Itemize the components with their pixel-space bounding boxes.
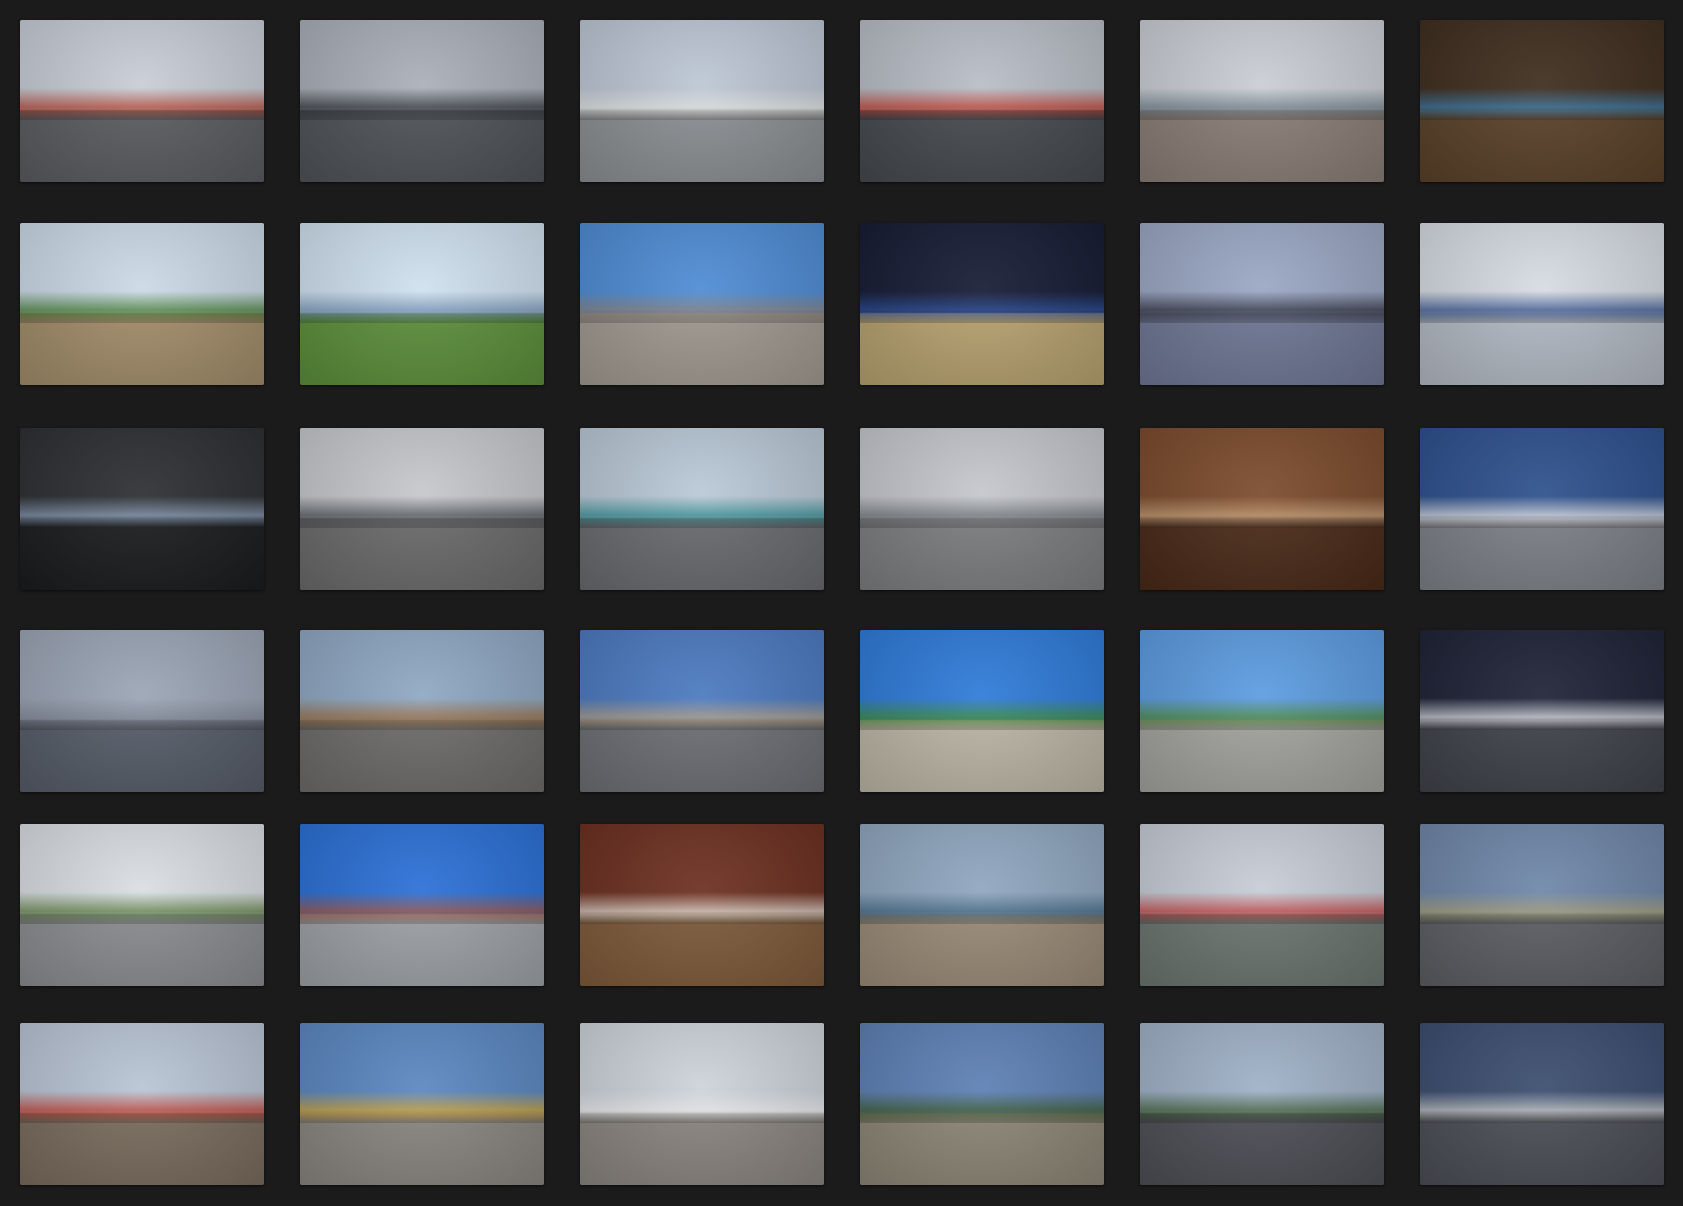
photo-thumbnail-chapel-interior[interactable] — [1140, 428, 1384, 590]
photo-shading — [580, 824, 824, 986]
photo-thumbnail-mountain-ridge[interactable] — [20, 1023, 264, 1185]
photo-shading — [20, 428, 264, 590]
photo-shading — [860, 428, 1104, 590]
photo-shading — [20, 1023, 264, 1185]
photo-thumbnail-night-tree[interactable] — [860, 223, 1104, 385]
photo-thumbnail-seaside-promenade[interactable] — [580, 428, 824, 590]
photo-shading — [580, 223, 824, 385]
photo-thumbnail-terminal-hall[interactable] — [1420, 223, 1664, 385]
photo-shading — [1140, 223, 1384, 385]
photo-shading — [860, 824, 1104, 986]
photo-thumbnail-coast-tetrapods[interactable] — [860, 824, 1104, 986]
photo-thumbnail-lighthouse-rocks[interactable] — [860, 20, 1104, 182]
photo-thumbnail-white-statues[interactable] — [580, 1023, 824, 1185]
photo-thumbnail-grey-sea[interactable] — [20, 630, 264, 792]
photo-thumbnail-cathedral[interactable] — [580, 223, 824, 385]
photo-thumbnail-cafe-bicycle[interactable] — [20, 824, 264, 986]
photo-shading — [20, 630, 264, 792]
photo-thumbnail-old-storefronts[interactable] — [1420, 824, 1664, 986]
photo-shading — [1420, 630, 1664, 792]
photo-shading — [580, 428, 824, 590]
photo-shading — [580, 630, 824, 792]
photo-thumbnail-city-hall-crosswalk[interactable] — [1420, 428, 1664, 590]
photo-shading — [300, 223, 544, 385]
photo-thumbnail-bridge-road[interactable] — [300, 428, 544, 590]
photo-thumbnail-escalator-entrance[interactable] — [20, 428, 264, 590]
photo-shading — [300, 428, 544, 590]
photo-shading — [20, 223, 264, 385]
photo-shading — [300, 630, 544, 792]
photo-shading — [1420, 1023, 1664, 1185]
photo-shading — [1140, 824, 1384, 986]
photo-thumbnail-tree-lined-street[interactable] — [1140, 1023, 1384, 1185]
photo-shading — [300, 824, 544, 986]
photo-thumbnail-roundabout[interactable] — [580, 630, 824, 792]
photo-thumbnail-shop-interior[interactable] — [1420, 20, 1664, 182]
photo-thumbnail-garden-pond[interactable] — [860, 1023, 1104, 1185]
photo-gallery-grid — [0, 0, 1683, 1206]
photo-shading — [580, 20, 824, 182]
photo-shading — [860, 1023, 1104, 1185]
photo-thumbnail-beach-pines[interactable] — [1140, 223, 1384, 385]
photo-shading — [1420, 20, 1664, 182]
photo-shading — [20, 20, 264, 182]
photo-thumbnail-night-crossing[interactable] — [1420, 630, 1664, 792]
photo-shading — [860, 630, 1104, 792]
photo-thumbnail-wooden-boardwalk[interactable] — [300, 1023, 544, 1185]
photo-thumbnail-buddha-statue[interactable] — [580, 20, 824, 182]
photo-shading — [1140, 428, 1384, 590]
photo-thumbnail-town-square[interactable] — [1140, 20, 1384, 182]
photo-thumbnail-brick-building[interactable] — [300, 824, 544, 986]
photo-shading — [300, 1023, 544, 1185]
photo-shading — [860, 20, 1104, 182]
photo-thumbnail-hanok-street[interactable] — [1140, 630, 1384, 792]
photo-thumbnail-boulevard-aerial[interactable] — [1140, 824, 1384, 986]
photo-thumbnail-temple-altar[interactable] — [580, 824, 824, 986]
photo-shading — [580, 1023, 824, 1185]
photo-shading — [1140, 20, 1384, 182]
photo-shading — [1420, 223, 1664, 385]
photo-shading — [300, 20, 544, 182]
photo-shading — [1420, 824, 1664, 986]
photo-thumbnail-market-street[interactable] — [300, 630, 544, 792]
photo-shading — [1140, 1023, 1384, 1185]
photo-thumbnail-sea-rocks[interactable] — [300, 20, 544, 182]
photo-thumbnail-night-alley[interactable] — [1420, 1023, 1664, 1185]
photo-thumbnail-station-building[interactable] — [20, 20, 264, 182]
photo-shading — [20, 824, 264, 986]
photo-thumbnail-park-plaza[interactable] — [860, 630, 1104, 792]
photo-thumbnail-fortress-ruins[interactable] — [20, 223, 264, 385]
photo-shading — [1140, 630, 1384, 792]
photo-thumbnail-river-hills[interactable] — [300, 223, 544, 385]
photo-thumbnail-parking-lot[interactable] — [860, 428, 1104, 590]
photo-shading — [860, 223, 1104, 385]
photo-shading — [1420, 428, 1664, 590]
